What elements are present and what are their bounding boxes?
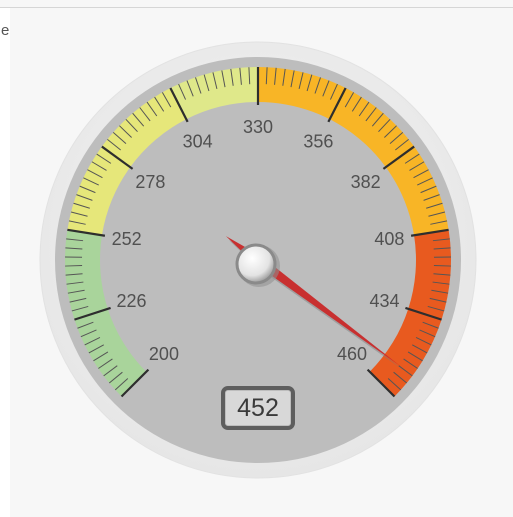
value-readout: 452	[221, 386, 295, 430]
tick-label: 356	[303, 131, 333, 151]
tick-label: 200	[149, 344, 179, 364]
gauge: 200 226 252 278 304 330 356 382 408 434 460	[39, 41, 477, 479]
minor-tick	[65, 265, 83, 267]
needle-hub	[235, 243, 277, 285]
tick-label: 304	[183, 131, 213, 151]
tick-label: 330	[243, 117, 273, 137]
tick-label: 382	[351, 172, 381, 192]
tick-label: 252	[112, 229, 142, 249]
tick-label: 434	[369, 291, 399, 311]
tick-label: 278	[135, 172, 165, 192]
tick-label: 408	[374, 229, 404, 249]
tick-label: 226	[116, 291, 146, 311]
minor-tick	[433, 265, 451, 267]
tick-label: 460	[337, 344, 367, 364]
gauge-panel: e 200 226 252 278 304 330 356 382 408 434 460 452	[0, 0, 513, 517]
